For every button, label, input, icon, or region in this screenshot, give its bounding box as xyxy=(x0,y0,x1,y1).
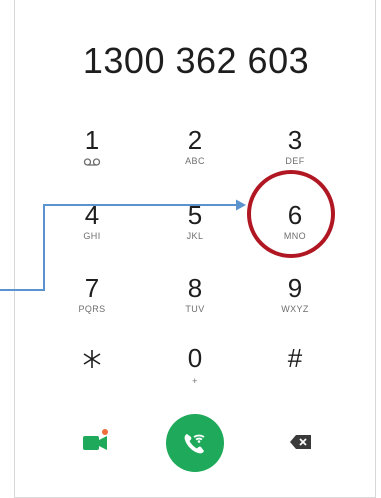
dialed-number: 1300 362 603 xyxy=(82,40,310,81)
key-digit: 6 xyxy=(287,200,303,230)
key-digit: 1 xyxy=(84,125,100,155)
key-0[interactable]: 0 + xyxy=(155,340,235,404)
star-key-icon xyxy=(83,350,101,368)
key-7[interactable]: 7 PQRS xyxy=(52,270,132,334)
key-letters: JKL xyxy=(186,231,204,241)
wifi-call-icon xyxy=(184,434,205,454)
key-8[interactable]: 8 TUV xyxy=(155,270,235,334)
key-hash[interactable]: # xyxy=(255,340,335,404)
key-digit: 2 xyxy=(187,125,203,155)
voicemail-icon xyxy=(83,158,101,166)
key-letters: DEF xyxy=(285,156,305,166)
key-letters: WXYZ xyxy=(281,304,309,314)
key-digit: 9 xyxy=(287,273,303,303)
key-letters: ABC xyxy=(185,156,205,166)
key-letters: MNO xyxy=(283,231,307,241)
call-button[interactable] xyxy=(166,414,224,472)
dialer-screen: 1300 362 603 1 2 ABC 3 DEF 4 GHI 5 JKL 6… xyxy=(14,0,376,498)
key-letters: PQRS xyxy=(78,304,106,314)
backspace-button[interactable] xyxy=(289,433,313,451)
key-4[interactable]: 4 GHI xyxy=(52,197,132,261)
key-6[interactable]: 6 MNO xyxy=(255,197,335,261)
key-digit: 7 xyxy=(84,273,100,303)
key-1[interactable]: 1 xyxy=(52,122,132,186)
key-digit: 5 xyxy=(187,200,203,230)
key-letters: TUV xyxy=(185,304,205,314)
key-letters: + xyxy=(192,376,198,386)
key-digit: 8 xyxy=(187,273,203,303)
key-digit: 0 xyxy=(187,343,203,373)
video-call-button[interactable] xyxy=(81,428,109,456)
key-2[interactable]: 2 ABC xyxy=(155,122,235,186)
key-9[interactable]: 9 WXYZ xyxy=(255,270,335,334)
key-digit: # xyxy=(287,343,303,373)
key-digit: 4 xyxy=(84,200,100,230)
key-5[interactable]: 5 JKL xyxy=(155,197,235,261)
key-3[interactable]: 3 DEF xyxy=(255,122,335,186)
key-star[interactable]: * xyxy=(52,340,132,404)
video-call-icon xyxy=(83,429,108,450)
key-digit: 3 xyxy=(287,125,303,155)
key-letters: GHI xyxy=(83,231,101,241)
backspace-icon xyxy=(290,435,311,449)
